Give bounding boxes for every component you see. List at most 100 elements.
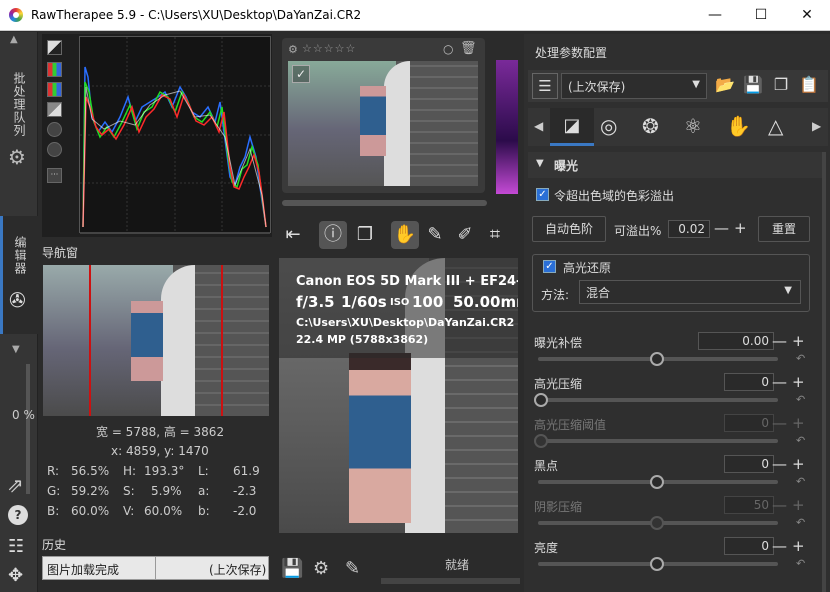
clip-value[interactable]: 0.02: [668, 220, 710, 238]
rating-stars[interactable]: ☆☆☆☆☆: [302, 42, 356, 55]
auto-levels-button[interactable]: 自动色阶: [532, 216, 606, 242]
hl-recovery-label: 高光还原: [563, 261, 612, 275]
queue-icon[interactable]: ⚙: [313, 558, 329, 579]
color-picker-icon[interactable]: ✐: [451, 221, 479, 249]
slider-plus-button[interactable]: +: [792, 456, 805, 472]
status-bar: 💾 ⚙ ✎ 就绪: [277, 548, 520, 592]
slider-knob[interactable]: [650, 557, 664, 571]
info-icon[interactable]: ⓘ: [319, 221, 347, 249]
history-item: 图片加载完成: [47, 563, 120, 577]
slider-value[interactable]: 0: [724, 373, 774, 391]
slider-minus-button[interactable]: —: [772, 374, 787, 390]
history-row[interactable]: 图片加载完成 (上次保存): [42, 556, 269, 580]
slider-label: 阴影压缩: [534, 500, 583, 514]
thumb-select-icon[interactable]: ✓: [292, 65, 310, 83]
method-dropdown[interactable]: 混合 ▼: [579, 280, 801, 304]
h-label: H:: [123, 464, 137, 478]
slider-minus-button[interactable]: —: [772, 456, 787, 472]
white-balance-picker-icon[interactable]: ✎: [421, 221, 449, 249]
copy-profile-icon[interactable]: ❐: [768, 73, 794, 99]
clip-plus-button[interactable]: +: [734, 220, 747, 236]
slider-minus-button[interactable]: —: [772, 538, 787, 554]
tab-transform-icon[interactable]: △: [768, 114, 783, 138]
slider-value[interactable]: 0: [724, 537, 774, 555]
luminance-icon[interactable]: [47, 102, 62, 117]
save-profile-icon[interactable]: 💾: [740, 73, 766, 99]
tab-batch-queue[interactable]: 批处理队列: [11, 72, 28, 137]
slider-track[interactable]: [538, 398, 778, 402]
preferences-icon[interactable]: ☷: [8, 536, 24, 557]
trash-icon[interactable]: 🗑: [460, 41, 477, 56]
method-chevron-icon: ▼: [784, 285, 792, 296]
slider-plus-button[interactable]: +: [792, 538, 805, 554]
tab-editor[interactable]: 编辑器 ✇: [0, 216, 38, 334]
before-after-icon[interactable]: ❐: [351, 221, 379, 249]
slider-knob[interactable]: [650, 352, 664, 366]
reset-button[interactable]: 重置: [758, 216, 810, 242]
channel-toggle-icon[interactable]: [47, 82, 62, 97]
minimize-button[interactable]: —: [692, 0, 738, 31]
color-label-icon[interactable]: ○: [443, 42, 453, 56]
slider-reset-icon[interactable]: ↶: [796, 352, 805, 365]
next-thumbnail[interactable]: [496, 60, 518, 194]
slider-minus-button[interactable]: —: [772, 333, 787, 349]
new-editor-icon[interactable]: ⇗: [7, 473, 24, 497]
tab-advanced-icon[interactable]: ⚛: [684, 114, 702, 138]
slider-plus-button[interactable]: +: [792, 374, 805, 390]
left-tab-strip: ▲ 批处理队列 ⚙ 编辑器 ✇ ▼ 0 % ⇗ ? ☷ ✥: [0, 32, 38, 592]
chroma-icon[interactable]: [47, 122, 62, 137]
clip-checkbox[interactable]: ✓: [536, 188, 549, 201]
save-icon[interactable]: 💾: [281, 558, 303, 579]
hide-left-panel-icon[interactable]: ⇤: [279, 221, 307, 249]
profile-row: ☰ (上次保存) ▼ 📂 💾 ❐ 📋: [528, 70, 828, 102]
tab-exposure[interactable]: ◪: [550, 108, 594, 146]
profile-value: (上次保存): [568, 80, 626, 94]
image-dimensions: 宽 = 5788, 高 = 3862: [96, 425, 225, 439]
close-button[interactable]: ✕: [784, 0, 830, 31]
external-editor-icon[interactable]: ✎: [345, 558, 360, 579]
paste-profile-icon[interactable]: 📋: [796, 73, 822, 99]
navigator-thumbnail[interactable]: [43, 265, 269, 416]
main-preview[interactable]: Canon EOS 5D Mark III + EF24-70 f/3.5 1/…: [279, 258, 518, 533]
hl-recovery-group: ✓ 高光还原 方法: 混合 ▼: [532, 254, 810, 312]
exposure-sliders: 曝光补偿 0.00— + ↶ 高光压缩 0— + ↶ 高光压缩阈值 0— + ↶ 黑点 0— + ↶ 阴影压缩 5…: [524, 330, 824, 592]
hand-tool-icon[interactable]: ✋: [391, 221, 419, 249]
exposure-header[interactable]: ▼ 曝光: [528, 152, 824, 178]
hl-recovery-checkbox[interactable]: ✓: [543, 260, 556, 273]
slider-plus-button[interactable]: +: [792, 333, 805, 349]
thumbnail-frame[interactable]: ⚙ ☆☆☆☆☆ ○ 🗑 ✓: [282, 38, 485, 193]
help-icon[interactable]: ?: [8, 505, 28, 525]
slider-reset-icon[interactable]: ↶: [796, 475, 805, 488]
slider-knob[interactable]: [650, 475, 664, 489]
zoom-slider[interactable]: [26, 364, 30, 494]
open-profile-icon[interactable]: 📂: [712, 73, 738, 99]
collapse-down-icon[interactable]: ▼: [12, 344, 20, 355]
thumb-arch: [384, 61, 410, 186]
histogram-options-icon[interactable]: ···: [47, 168, 62, 183]
filmstrip-scrollbar[interactable]: [282, 200, 487, 206]
slider-reset-icon[interactable]: ↶: [796, 393, 805, 406]
tab-detail-icon[interactable]: ◎: [600, 114, 617, 138]
crop-icon[interactable]: ⌗: [481, 221, 509, 249]
clip-minus-button[interactable]: —: [714, 220, 729, 236]
maximize-button[interactable]: ☐: [738, 0, 784, 31]
channel-rgb-icon[interactable]: [47, 62, 62, 77]
tab-local-icon[interactable]: ✋: [726, 114, 751, 138]
slider-value[interactable]: 0: [724, 455, 774, 473]
slider-minus-button: —: [772, 496, 787, 514]
fullscreen-icon[interactable]: ✥: [8, 565, 23, 586]
slider-value[interactable]: 0.00: [698, 332, 774, 350]
profile-list-icon[interactable]: ☰: [532, 73, 558, 99]
slider-knob[interactable]: [534, 393, 548, 407]
tabs-right-arrow-icon[interactable]: ▶: [812, 119, 821, 133]
method-label: 方法:: [541, 288, 570, 302]
tab-color-icon[interactable]: ❂: [642, 114, 659, 138]
tabs-left-arrow-icon[interactable]: ◀: [534, 119, 543, 133]
collapse-up-icon[interactable]: ▲: [10, 34, 18, 45]
navigator-viewport-frame[interactable]: [89, 265, 223, 416]
slider-reset-icon[interactable]: ↶: [796, 557, 805, 570]
raw-histogram-icon[interactable]: [47, 142, 62, 157]
histogram-linear-icon[interactable]: [47, 40, 62, 55]
gear-icon[interactable]: ⚙: [8, 145, 26, 169]
profile-dropdown[interactable]: (上次保存) ▼: [561, 73, 707, 99]
